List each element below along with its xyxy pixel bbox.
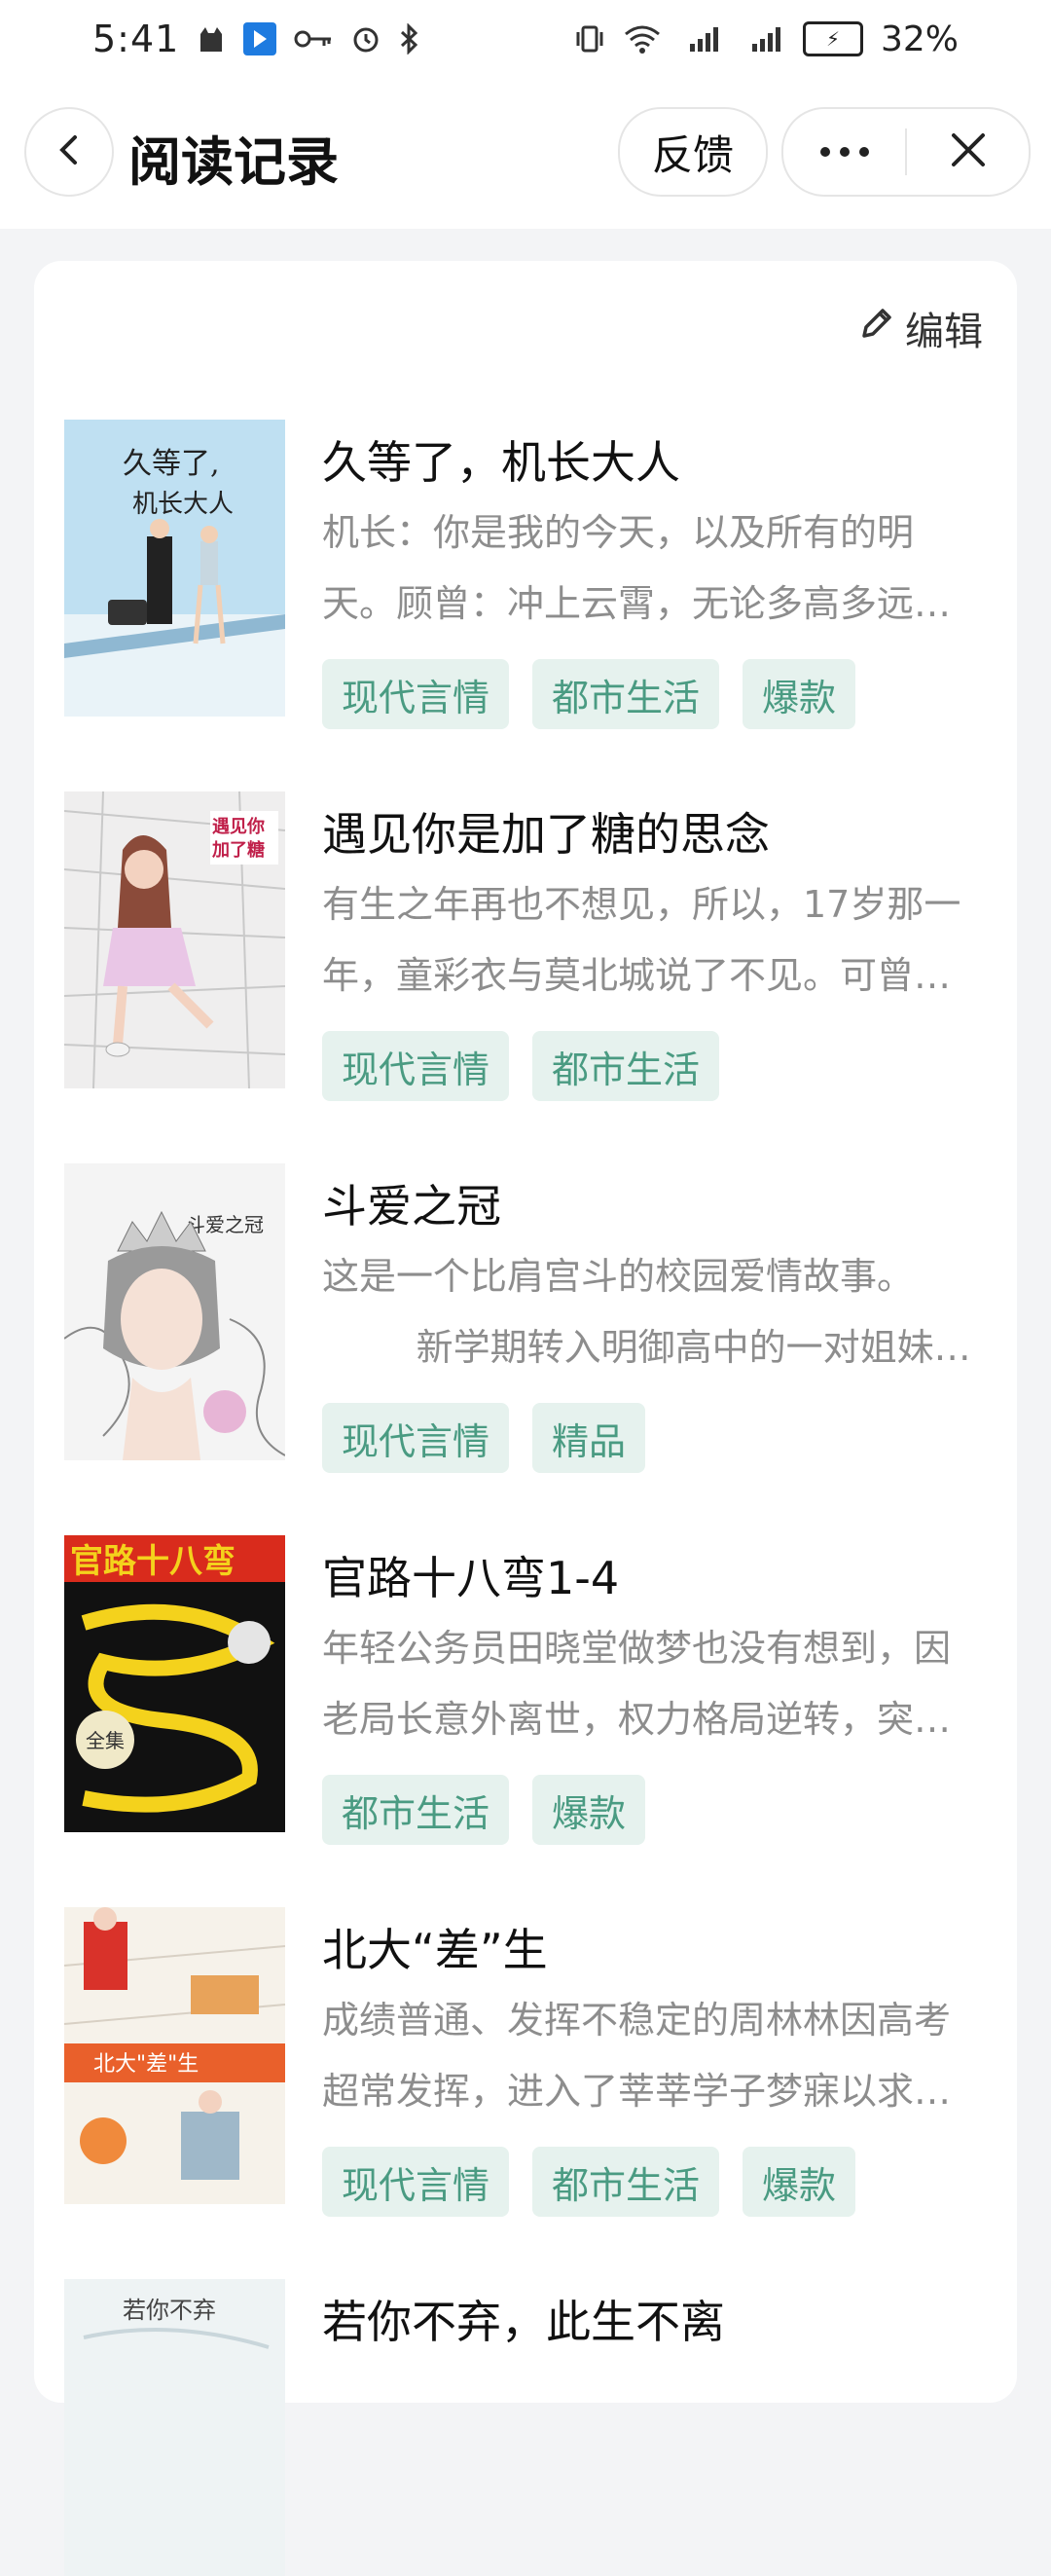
signal-4g-icon	[678, 24, 723, 54]
book-item[interactable]: 北大"差"生 北大“差”生 成绩普通、发挥不稳定的周林林因高考超常发挥，进入了莘…	[64, 1907, 989, 2217]
svg-text:北大"差"生: 北大"差"生	[93, 2052, 199, 2077]
book-cover: 久等了, 机长大人	[64, 420, 285, 717]
status-bar: 5:41 ⚡ 32%	[0, 0, 1051, 78]
bluetooth-icon	[399, 23, 420, 55]
status-left: 5:41	[92, 18, 420, 60]
book-tag: 精品	[532, 1403, 646, 1473]
edit-label: 编辑	[905, 310, 983, 354]
book-title: 北大“差”生	[322, 1924, 548, 1976]
book-tag: 都市生活	[532, 1031, 720, 1101]
book-cover: 遇见你 加了糖	[64, 791, 285, 1088]
svg-text:机长大人: 机长大人	[132, 490, 234, 519]
book-tag: 爆款	[743, 2147, 856, 2217]
book-tag: 爆款	[743, 659, 856, 729]
svg-text:若你不弃: 若你不弃	[123, 2297, 216, 2324]
direction-icon	[243, 22, 277, 55]
book-tags: 现代言情 都市生活 爆款	[322, 2147, 856, 2217]
book-item[interactable]: 官路十八弯 全集 官路十八弯1-4 年轻公务员田晓堂做梦也没有想到，因老局长意外…	[64, 1535, 989, 1845]
signal-4g-icon-2	[741, 24, 785, 54]
book-tags: 现代言情 精品	[322, 1403, 646, 1473]
svg-text:久等了,: 久等了,	[123, 447, 220, 481]
book-title: 官路十八弯1-4	[322, 1552, 620, 1604]
svg-text:遇见你: 遇见你	[212, 816, 265, 837]
key-icon	[294, 27, 333, 51]
pencil-icon	[858, 305, 895, 351]
book-tag: 都市生活	[322, 1775, 510, 1845]
book-tag: 现代言情	[322, 1031, 510, 1101]
svg-text:斗爱之冠: 斗爱之冠	[186, 1213, 264, 1236]
book-cover: 北大"差"生	[64, 1907, 285, 2204]
edit-button[interactable]: 编辑	[858, 300, 983, 356]
book-description: 这是一个比肩宫斗的校园爱情故事。 新学期转入明御高中的一对姐妹花，从此掀起了波澜…	[322, 1255, 934, 1369]
book-item[interactable]: 斗爱之冠 斗爱之冠 这是一个比肩宫斗的校园爱情故事。 新学期转入明御高中的一对姐…	[64, 1163, 989, 1473]
book-tags: 现代言情 都市生活 爆款	[322, 659, 856, 729]
wifi-icon	[624, 24, 661, 54]
reading-history-card: 编辑 久等了, 机长大人 久等了，机长大人 机长：你是我的今天，以及所有的明天。…	[34, 261, 1017, 2576]
feedback-button[interactable]: 反馈	[618, 107, 768, 197]
status-time: 5:41	[92, 18, 180, 60]
svg-text:加了糖: 加了糖	[211, 839, 265, 861]
book-title: 遇见你是加了糖的思念	[322, 808, 770, 861]
book-description: 成绩普通、发挥不稳定的周林林因高考超常发挥，进入了莘莘学子梦寐以求的北大，从此开…	[322, 1999, 952, 2113]
book-description: 有生之年再也不想见，所以，17岁那一年，童彩衣与莫北城说了不见。可曾想过再见时会…	[322, 883, 961, 997]
book-tag: 爆款	[532, 1775, 646, 1845]
book-title: 久等了，机长大人	[322, 436, 680, 489]
close-icon	[950, 131, 987, 172]
back-button[interactable]	[24, 107, 114, 197]
book-cover: 斗爱之冠	[64, 1163, 285, 1460]
book-tag: 都市生活	[532, 659, 720, 729]
status-right: ⚡ 32%	[573, 19, 959, 59]
book-description: 年轻公务员田晓堂做梦也没有想到，因老局长意外离世，权力格局逆转，突然之间他的命运…	[322, 1627, 952, 1741]
book-cover: 若你不弃	[64, 2279, 285, 2576]
top-header: 阅读记录 反馈	[0, 78, 1051, 229]
book-tags: 现代言情 都市生活	[322, 1031, 720, 1101]
battery-icon: ⚡	[802, 21, 863, 56]
book-item[interactable]: 若你不弃 若你不弃，此生不离	[64, 2279, 989, 2576]
book-item[interactable]: 久等了, 机长大人 久等了，机长大人 机长：你是我的今天，以及所有的明天。顾曾：…	[64, 420, 989, 729]
book-tag: 现代言情	[322, 2147, 510, 2217]
book-tags: 都市生活 爆款	[322, 1775, 646, 1845]
close-button[interactable]	[907, 109, 1029, 195]
book-tag: 都市生活	[532, 2147, 720, 2217]
vibrate-icon	[573, 24, 606, 54]
page-title: 阅读记录	[128, 131, 339, 193]
chevron-left-icon	[53, 133, 86, 170]
book-title: 斗爱之冠	[322, 1180, 501, 1233]
cat-icon	[197, 24, 226, 54]
battery-percent: 32%	[880, 18, 959, 59]
book-cover: 官路十八弯 全集	[64, 1535, 285, 1832]
svg-text:全集: 全集	[86, 1729, 125, 1752]
miniprogram-capsule	[781, 107, 1031, 197]
book-item[interactable]: 遇见你 加了糖 遇见你是加了糖的思念 有生之年再也不想见，所以，17岁那一年，童…	[64, 791, 989, 1101]
book-tag: 现代言情	[322, 1403, 510, 1473]
more-button[interactable]	[783, 109, 905, 195]
more-dots-icon	[819, 143, 870, 162]
alarm-icon	[350, 23, 381, 55]
book-tag: 现代言情	[322, 659, 510, 729]
svg-text:官路十八弯: 官路十八弯	[70, 1542, 236, 1581]
book-title: 若你不弃，此生不离	[322, 2296, 725, 2348]
book-description: 机长：你是我的今天，以及所有的明天。顾曾：冲上云霄，无论多高多远，我都在你身边。	[322, 511, 952, 625]
